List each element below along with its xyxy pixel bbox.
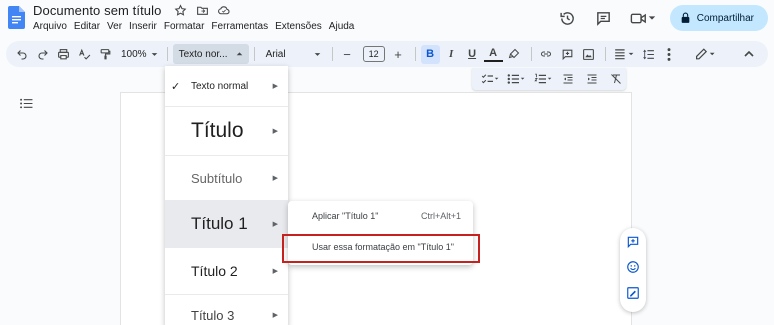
underline-button[interactable]: U — [463, 45, 482, 64]
toolbar-divider — [604, 47, 606, 61]
share-label: Compartilhar — [696, 12, 754, 24]
toolbar-divider — [414, 47, 416, 61]
collapse-menus-icon[interactable] — [739, 45, 758, 64]
cloud-saved-icon[interactable] — [217, 4, 231, 18]
chevron-down-icon — [648, 16, 655, 20]
emoji-reaction-icon[interactable] — [626, 260, 640, 279]
bold-button[interactable]: B — [420, 44, 440, 64]
style-option-label: Título 1 — [191, 214, 248, 233]
apply-heading-1-label: Aplicar "Título 1" — [312, 211, 379, 221]
spellcheck-icon[interactable] — [75, 45, 94, 64]
meet-button[interactable] — [630, 11, 656, 26]
style-option-label: Título 2 — [191, 263, 238, 279]
font-family-value: Arial — [265, 48, 286, 60]
apply-heading-1-shortcut: Ctrl+Alt+1 — [420, 211, 461, 221]
toolbar-divider — [530, 47, 532, 61]
insert-image-icon[interactable] — [579, 45, 598, 64]
move-folder-icon[interactable] — [195, 4, 209, 18]
style-option-label: Título — [191, 119, 244, 142]
chevron-down-icon — [151, 52, 157, 56]
main-toolbar: 100% Texto nor... Arial − 12 + B I U A — [6, 41, 768, 67]
menu-ver[interactable]: Ver — [107, 21, 122, 32]
decrease-font-size-button[interactable]: − — [338, 45, 357, 64]
submenu-arrow-icon: ▶ — [272, 312, 278, 319]
increase-font-size-button[interactable]: + — [389, 45, 408, 64]
checklist-icon[interactable] — [480, 70, 500, 89]
toolbar-divider — [331, 47, 333, 61]
add-comment-icon[interactable] — [558, 45, 577, 64]
submenu-arrow-icon: ▶ — [272, 128, 278, 135]
menu-editar[interactable]: Editar — [74, 21, 100, 32]
style-option-label: Título 3 — [191, 307, 235, 323]
style-option-heading-3[interactable]: Título 3 ▶ — [165, 295, 288, 325]
star-icon[interactable] — [173, 4, 187, 18]
menu-ferramentas[interactable]: Ferramentas — [211, 21, 268, 32]
decrease-indent-icon[interactable] — [560, 70, 577, 89]
submenu-arrow-icon: ▶ — [272, 268, 278, 275]
menu-extensoes[interactable]: Extensões — [275, 21, 322, 32]
apply-heading-1-item[interactable]: Aplicar "Título 1" Ctrl+Alt+1 — [288, 204, 473, 228]
menu-formatar[interactable]: Formatar — [164, 21, 205, 32]
text-color-button[interactable]: A — [483, 47, 503, 62]
submenu-arrow-icon: ▶ — [272, 83, 278, 90]
increase-indent-icon[interactable] — [583, 70, 600, 89]
undo-icon[interactable] — [12, 45, 31, 64]
style-option-normal-text[interactable]: ✓ Texto normal ▶ — [165, 66, 288, 106]
submenu-arrow-icon: ▶ — [272, 221, 278, 228]
document-outline-icon[interactable] — [20, 96, 33, 114]
toolbar-divider — [166, 47, 168, 61]
docs-logo-icon[interactable] — [8, 6, 25, 29]
more-options-icon[interactable] — [660, 45, 679, 64]
insert-link-icon[interactable] — [537, 45, 556, 64]
overflow-toolbar — [472, 68, 626, 90]
style-option-label: Subtítulo — [191, 170, 243, 186]
submenu-arrow-icon: ▶ — [272, 175, 278, 182]
align-icon[interactable] — [611, 45, 637, 64]
style-option-label: Texto normal — [191, 80, 249, 92]
add-comment-icon[interactable] — [626, 235, 640, 254]
video-camera-icon — [630, 13, 646, 23]
italic-button[interactable]: I — [442, 45, 461, 64]
share-button[interactable]: Compartilhar — [669, 5, 768, 31]
style-option-subtitle[interactable]: Subtítulo ▶ — [165, 156, 288, 200]
zoom-value: 100% — [121, 48, 147, 60]
chevron-down-icon — [236, 51, 242, 55]
highlight-pen-icon[interactable] — [505, 45, 524, 64]
suggest-edits-icon[interactable] — [626, 286, 640, 305]
app-header: Documento sem título Arquivo Editar Ver … — [0, 0, 774, 38]
menu-ajuda[interactable]: Ajuda — [329, 21, 355, 32]
document-title[interactable]: Documento sem título — [33, 3, 161, 18]
comments-icon[interactable] — [592, 6, 616, 30]
style-option-title[interactable]: Título ▶ — [165, 107, 288, 155]
menu-inserir[interactable]: Inserir — [129, 21, 157, 32]
check-icon: ✓ — [171, 80, 181, 93]
style-option-heading-1[interactable]: Título 1 ▶ — [165, 201, 288, 247]
paragraph-style-menu: ✓ Texto normal ▶ Título ▶ Subtítulo ▶ Tí… — [165, 66, 288, 325]
lock-icon — [681, 12, 690, 23]
style-option-heading-2[interactable]: Título 2 ▶ — [165, 248, 288, 294]
bulleted-list-icon[interactable] — [507, 70, 527, 89]
font-family-select[interactable]: Arial — [260, 49, 327, 60]
clear-formatting-icon[interactable] — [607, 70, 624, 89]
menu-arquivo[interactable]: Arquivo — [33, 21, 67, 32]
paragraph-style-select[interactable]: Texto nor... — [172, 44, 249, 64]
zoom-select[interactable]: 100% — [117, 49, 162, 60]
chevron-down-icon — [314, 52, 320, 56]
redo-icon[interactable] — [33, 45, 52, 64]
version-history-icon[interactable] — [556, 6, 580, 30]
paint-format-icon[interactable] — [96, 45, 115, 64]
menu-bar: Arquivo Editar Ver Inserir Formatar Ferr… — [33, 21, 354, 32]
toolbar-divider — [253, 47, 255, 61]
numbered-list-icon[interactable] — [533, 70, 553, 89]
annotation-highlight-box — [282, 234, 480, 263]
line-spacing-icon[interactable] — [639, 45, 658, 64]
print-icon[interactable] — [54, 45, 73, 64]
font-size-input[interactable]: 12 — [362, 46, 385, 62]
side-action-bar — [620, 228, 646, 312]
paragraph-style-value: Texto nor... — [178, 48, 228, 60]
editing-mode-icon[interactable] — [691, 45, 719, 64]
